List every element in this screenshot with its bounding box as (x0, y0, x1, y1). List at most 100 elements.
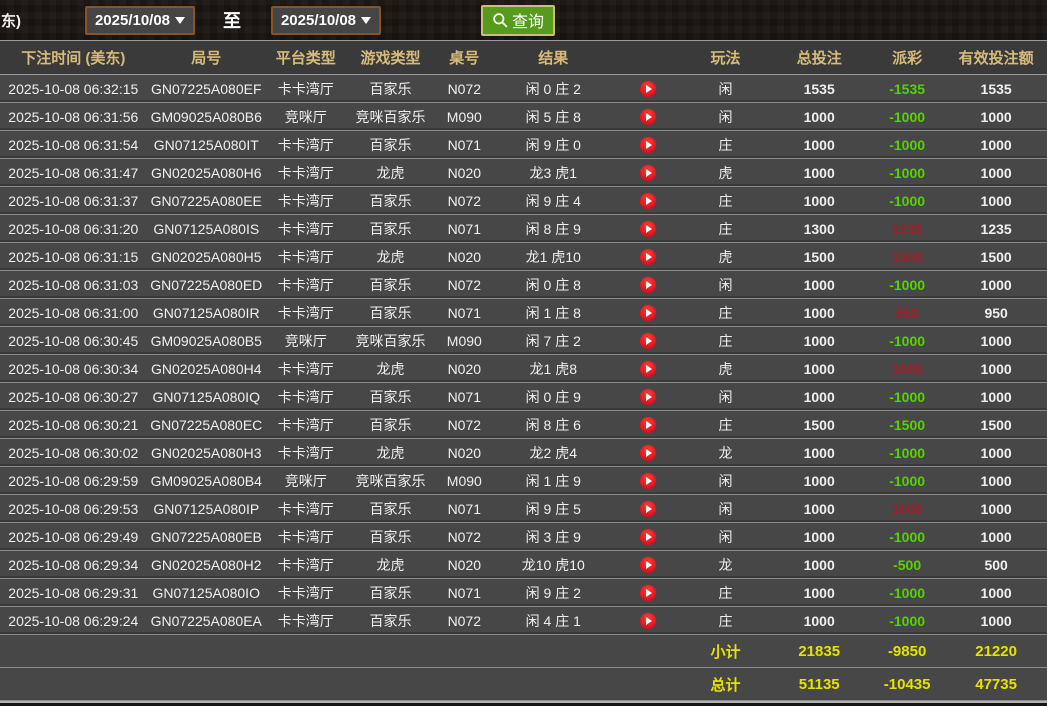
play-video-icon[interactable] (639, 529, 656, 546)
play-video-icon[interactable] (639, 81, 656, 98)
cell-result: 闲 9 庄 0 (525, 136, 581, 153)
cell-payout: -1000 (889, 472, 926, 489)
play-video-icon[interactable] (639, 557, 656, 574)
cutoff-label: 东) (1, 12, 21, 30)
date-from-picker[interactable]: 2025/10/08 (85, 5, 195, 35)
cell-game: 竞咪百家乐 (355, 108, 426, 125)
cell-time: 2025-10-08 06:29:24 (8, 612, 139, 629)
cell-time: 2025-10-08 06:30:27 (8, 388, 139, 405)
cell-payout: 950 (895, 304, 919, 321)
table-row: 2025-10-08 06:31:03 GN07225A080ED 卡卡湾厅 百家乐 N… (0, 271, 1047, 299)
cell-table_no: N020 (447, 360, 482, 377)
cell-table_no: N071 (447, 220, 482, 237)
cell-table_no: N020 (447, 164, 482, 181)
play-triangle (645, 197, 652, 206)
caret-down-icon (175, 16, 186, 24)
cell-round: GN02025A080H4 (150, 360, 262, 377)
cell-payout: -1000 (889, 108, 926, 125)
subtotal-valid-value: 21220 (975, 642, 1017, 660)
cell-payout: -500 (893, 556, 922, 573)
table-row: 2025-10-08 06:30:27 GN07125A080IQ 卡卡湾厅 百家乐 N… (0, 383, 1047, 411)
cell-time: 2025-10-08 06:31:47 (8, 164, 139, 181)
play-triangle (645, 365, 652, 374)
cell-play_icon (613, 612, 681, 630)
cell-result: 闲 1 庄 9 (525, 472, 581, 489)
cell-payout: 1235 (891, 220, 923, 237)
cell-side: 闲 (718, 500, 733, 517)
cell-game: 百家乐 (369, 276, 412, 293)
cell-game: 龙虎 (376, 360, 405, 377)
play-triangle (645, 477, 652, 486)
cell-table_no: N072 (447, 416, 482, 433)
cell-side: 虎 (718, 248, 733, 265)
cell-platform: 卡卡湾厅 (277, 80, 334, 97)
cell-play_icon (613, 164, 681, 182)
cell-game: 百家乐 (369, 416, 412, 433)
cell-game: 百家乐 (369, 136, 412, 153)
cell-play_icon (613, 388, 681, 406)
cell-play_icon (613, 528, 681, 546)
cell-valid: 1000 (980, 164, 1012, 181)
cell-game: 百家乐 (369, 80, 412, 97)
play-video-icon[interactable] (639, 389, 656, 406)
cell-side: 庄 (718, 332, 733, 349)
play-video-icon[interactable] (639, 613, 656, 630)
table-row: 2025-10-08 06:30:02 GN02025A080H3 卡卡湾厅 龙虎 N0… (0, 439, 1047, 467)
table-row: 2025-10-08 06:32:15 GN07225A080EF 卡卡湾厅 百家乐 N… (0, 75, 1047, 103)
cell-platform: 卡卡湾厅 (277, 388, 334, 405)
date-to-value: 2025/10/08 (280, 11, 357, 29)
play-video-icon[interactable] (639, 305, 656, 322)
play-video-icon[interactable] (639, 585, 656, 602)
cell-table_no: N072 (447, 528, 482, 545)
play-triangle (645, 85, 652, 94)
play-video-icon[interactable] (639, 277, 656, 294)
play-video-icon[interactable] (639, 193, 656, 210)
cell-play_icon (613, 276, 681, 294)
date-from-value: 2025/10/08 (94, 11, 171, 29)
play-video-icon[interactable] (639, 417, 656, 434)
play-video-icon[interactable] (639, 221, 656, 238)
cell-time: 2025-10-08 06:31:20 (8, 220, 139, 237)
cell-valid: 1000 (980, 472, 1012, 489)
play-triangle (645, 589, 652, 598)
cell-result: 闲 8 庄 6 (525, 416, 581, 433)
play-video-icon[interactable] (639, 137, 656, 154)
cell-payout: 1500 (891, 248, 923, 265)
play-video-icon[interactable] (639, 165, 656, 182)
play-triangle (645, 225, 652, 234)
play-video-icon[interactable] (639, 361, 656, 378)
play-video-icon[interactable] (639, 473, 656, 490)
cell-result: 闲 5 庄 8 (525, 108, 581, 125)
cell-valid: 1500 (980, 416, 1012, 433)
cell-game: 百家乐 (369, 612, 412, 629)
date-to-picker[interactable]: 2025/10/08 (271, 5, 381, 35)
total-bet-value: 51135 (798, 675, 840, 693)
total-payout-value: -10435 (883, 675, 931, 693)
cell-side: 闲 (718, 472, 733, 489)
cell-result: 闲 4 庄 1 (525, 612, 581, 629)
cell-table_no: N072 (447, 80, 482, 97)
cell-result: 闲 9 庄 2 (525, 584, 581, 601)
cell-round: GN07225A080EC (150, 416, 263, 433)
cell-time: 2025-10-08 06:32:15 (8, 80, 139, 97)
filter-bar: 东) 2025/10/08 至 2025/10/08 查询 (0, 0, 1047, 41)
cell-round: GN07225A080EB (150, 528, 262, 545)
cell-round: GM09025A080B5 (150, 332, 262, 349)
cell-game: 龙虎 (376, 164, 405, 181)
play-video-icon[interactable] (639, 501, 656, 518)
betting-records-page: 东) 2025/10/08 至 2025/10/08 查询 下注时间 (美东) … (0, 0, 1047, 706)
cell-side: 龙 (718, 444, 733, 461)
cell-table_no: N072 (447, 612, 482, 629)
play-video-icon[interactable] (639, 249, 656, 266)
subtotal-bet-value: 21835 (798, 642, 841, 660)
play-video-icon[interactable] (639, 333, 656, 350)
cell-round: GN07225A080ED (150, 276, 263, 293)
search-button[interactable]: 查询 (481, 4, 556, 36)
play-video-icon[interactable] (639, 109, 656, 126)
cell-game: 龙虎 (376, 248, 405, 265)
play-video-icon[interactable] (639, 445, 656, 462)
cell-payout: -1500 (889, 416, 926, 433)
cell-platform: 卡卡湾厅 (277, 192, 334, 209)
table-row: 2025-10-08 06:29:53 GN07125A080IP 卡卡湾厅 百家乐 N… (0, 495, 1047, 523)
cell-payout: -1000 (889, 276, 926, 293)
